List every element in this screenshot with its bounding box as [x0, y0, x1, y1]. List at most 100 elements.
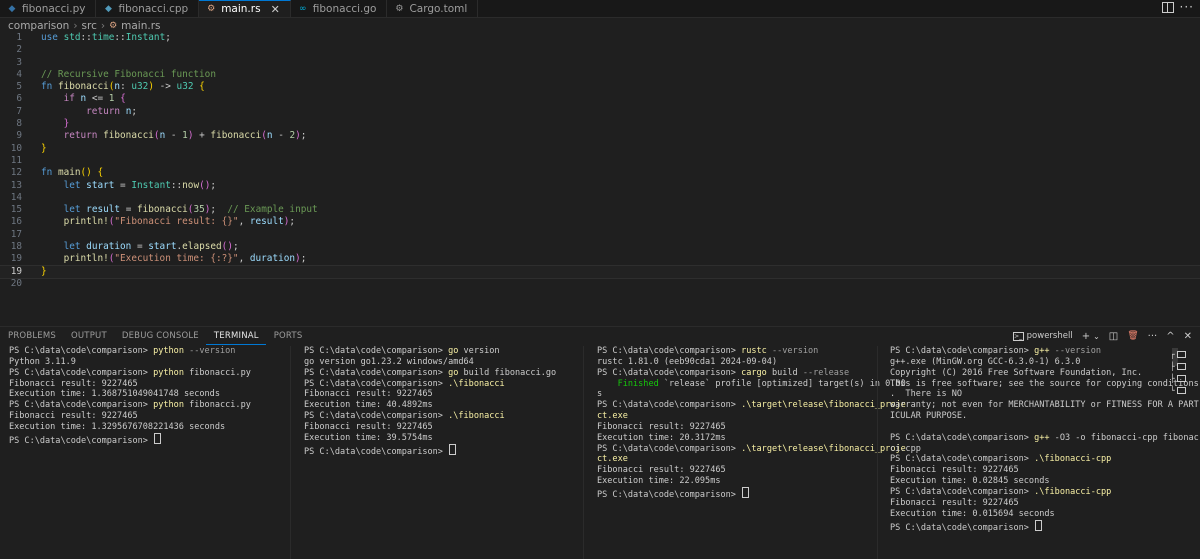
- code-comment: // Recursive Fibonacci function: [41, 68, 216, 80]
- terminal-line: Execution time: 0.02845 seconds: [890, 476, 1166, 487]
- trash-icon[interactable]: 🗑: [1127, 331, 1138, 341]
- split-terminal-icon[interactable]: ◫: [1109, 331, 1118, 342]
- terminal-command: go: [448, 346, 459, 356]
- panel-tab-problems[interactable]: PROBLEMS: [0, 327, 63, 345]
- line-number: 17: [10, 228, 22, 240]
- terminal-line: Execution time: 40.4892ms: [304, 400, 569, 411]
- panel-tab-debug-console[interactable]: DEBUG CONSOLE: [114, 327, 206, 345]
- terminal-list-item[interactable]: ├: [1170, 372, 1188, 384]
- terminal-line: s: [597, 389, 869, 400]
- breadcrumb-file-main[interactable]: main.rs: [121, 20, 160, 32]
- panel-tab-terminal[interactable]: TERMINAL: [205, 327, 266, 345]
- terminal-list-item[interactable]: └: [1170, 384, 1188, 396]
- line-number: 2: [16, 44, 22, 56]
- terminal-line: PS C:\data\code\comparison> go build fib…: [304, 368, 569, 379]
- terminal-shell-selector[interactable]: >_ powershell: [1012, 331, 1073, 341]
- terminal-command: g++: [1034, 346, 1050, 356]
- code-text: let duration = start.elapsed();: [63, 241, 239, 253]
- chevron-down-icon[interactable]: ⌄: [1093, 332, 1100, 341]
- terminal-line: Execution time: 1.368751049041748 second…: [9, 389, 281, 400]
- terminal-text: Finished: [597, 378, 659, 389]
- breadcrumb-folder-src[interactable]: src: [82, 20, 97, 32]
- line-number: 19: [10, 253, 22, 265]
- terminal-go[interactable]: PS C:\data\code\comparison> go version go…: [304, 346, 569, 559]
- terminal-line: Finished `release` profile [optimized] t…: [597, 378, 906, 390]
- terminal-cursor: [154, 432, 162, 444]
- chevron-right-icon: ›: [100, 19, 106, 32]
- tab-fibonacci-cpp[interactable]: ◆ fibonacci.cpp: [96, 0, 200, 17]
- terminal-text: PS C:\data\code\comparison>: [890, 486, 1035, 497]
- line-number: 12: [10, 167, 22, 179]
- terminal-list-item[interactable]: ┌: [1170, 348, 1188, 360]
- terminal-icon: [1176, 374, 1186, 382]
- split-editor-icon[interactable]: [1162, 2, 1174, 13]
- terminal-line: Python 3.11.9: [9, 357, 281, 368]
- tab-cargo-toml[interactable]: ⚙ Cargo.toml: [387, 0, 479, 17]
- terminal-split-divider[interactable]: [290, 346, 291, 559]
- tab-label: fibonacci.go: [312, 2, 377, 15]
- code-line: 6 if n <= 1 {: [0, 93, 1200, 105]
- terminal-text: Execution time: 0.015694 seconds: [890, 508, 1055, 519]
- add-terminal-icon[interactable]: +: [1082, 331, 1090, 342]
- code-line: 2: [0, 44, 1200, 56]
- terminal-line: Fibonacci result: 9227465: [597, 422, 869, 433]
- terminal-line: PS C:\data\code\comparison> python --ver…: [9, 346, 281, 357]
- tab-fibonacci-go[interactable]: ∞ fibonacci.go: [291, 0, 388, 17]
- tab-main-rs[interactable]: ⚙ main.rs ✕: [199, 0, 291, 17]
- terminal-line: Execution time: 39.5754ms: [304, 433, 569, 444]
- line-number: 6: [16, 93, 22, 105]
- terminal-split-divider[interactable]: [877, 346, 878, 559]
- code-line: 13 let start = Instant::now();: [0, 180, 1200, 192]
- terminal-command: cargo: [741, 367, 767, 378]
- terminal-text: Execution time: 1.3295676708221436 secon…: [9, 421, 226, 432]
- terminal-text: PS C:\data\code\comparison>: [890, 522, 1035, 533]
- panel-tab-ports[interactable]: PORTS: [266, 327, 310, 345]
- terminal-command: python: [153, 400, 184, 411]
- terminal-text: --version: [766, 346, 819, 356]
- more-actions-icon[interactable]: ···: [1148, 331, 1158, 342]
- close-icon[interactable]: ✕: [271, 3, 280, 16]
- terminal-cpp[interactable]: PS C:\data\code\comparison> g++ --versio…: [890, 346, 1199, 559]
- tab-label: fibonacci.py: [22, 2, 86, 15]
- panel-tab-output[interactable]: OUTPUT: [63, 327, 114, 345]
- terminal-command: .\target\release\fibonacci_proje: [741, 443, 906, 454]
- code-line: 19 println!("Execution time: {:?}", dura…: [0, 253, 1200, 265]
- terminal-text: -O3 -o fibonacci-cpp fibonac: [1049, 432, 1199, 443]
- terminal-rust[interactable]: PS C:\data\code\comparison> rustc --vers…: [597, 346, 906, 559]
- line-number: 10: [10, 142, 22, 154]
- terminal-line: PS C:\data\code\comparison> rustc --vers…: [597, 346, 869, 357]
- line-number: 18: [10, 241, 22, 253]
- terminal-command: .\fibonacci: [448, 378, 505, 389]
- code-line: 7 return n;: [0, 106, 1200, 118]
- terminal-text: Fibonacci result: 9227465: [890, 465, 1019, 476]
- terminal-line: PS C:\data\code\comparison> .\fibonacci-…: [890, 454, 1166, 465]
- terminal-split-divider[interactable]: [583, 346, 584, 559]
- terminal-text: rustc 1.81.0 (eeb90cda1 2024-09-04): [597, 356, 778, 367]
- code-line: 15 let result = fibonacci(35); // Exampl…: [0, 204, 1200, 216]
- maximize-panel-icon[interactable]: ^: [1166, 331, 1174, 342]
- tab-fibonacci-py[interactable]: ◆ fibonacci.py: [0, 0, 97, 17]
- toml-file-icon: ⚙: [395, 3, 404, 14]
- terminal-text: g++.exe (MinGW.org GCC-6.3.0-1) 6.3.0: [890, 356, 1081, 367]
- code-text: fn fibonacci(n: u32) -> u32 {: [41, 81, 205, 93]
- terminal-command: python: [153, 367, 184, 378]
- code-editor[interactable]: 1 use std::time::Instant; 2 3 4 // Recursi…: [0, 32, 1200, 326]
- terminal-text: . There is NO: [890, 389, 963, 400]
- line-number: 1: [16, 32, 22, 43]
- terminal-text: Fibonacci result: 9227465: [597, 465, 726, 476]
- breadcrumb-folder-comparison[interactable]: comparison: [8, 20, 69, 32]
- tree-connector: ├: [1170, 373, 1175, 383]
- line-number: 20: [10, 277, 22, 289]
- shell-label: powershell: [1026, 331, 1073, 341]
- close-panel-icon[interactable]: ✕: [1184, 331, 1192, 342]
- terminal-line: PS C:\data\code\comparison> cargo build …: [597, 368, 869, 379]
- terminal-line: go version go1.23.2 windows/amd64: [304, 357, 569, 368]
- terminal-text: PS C:\data\code\comparison>: [597, 346, 742, 356]
- terminal-text: PS C:\data\code\comparison>: [890, 346, 1035, 356]
- code-line: 3: [0, 57, 1200, 69]
- terminal-python[interactable]: PS C:\data\code\comparison> python --ver…: [9, 346, 281, 559]
- terminal-text: Execution time: 39.5754ms: [304, 432, 433, 443]
- terminal-list-item[interactable]: ├: [1170, 360, 1188, 372]
- terminal-text: PS C:\data\code\comparison>: [597, 443, 742, 454]
- more-actions-icon[interactable]: ···: [1180, 0, 1194, 14]
